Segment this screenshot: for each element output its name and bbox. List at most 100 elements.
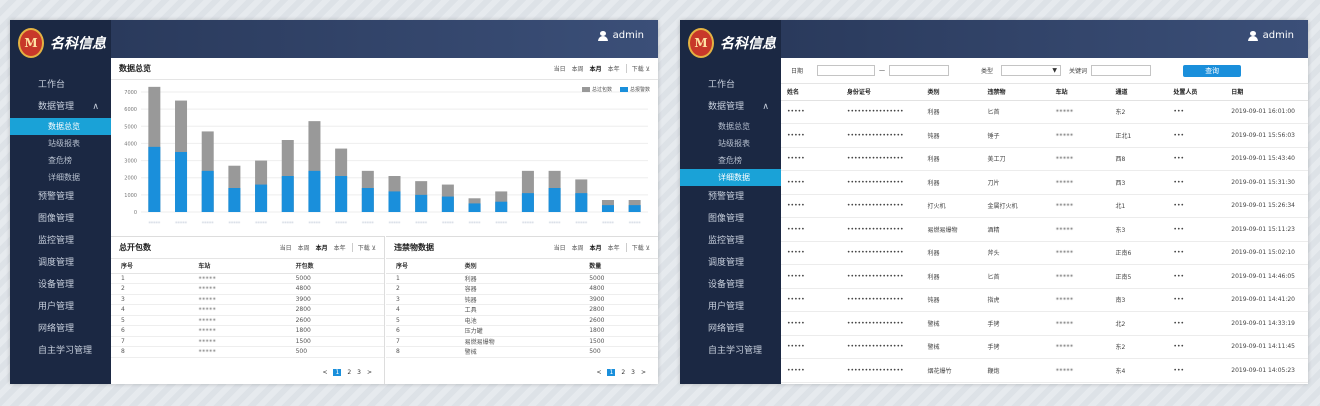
keyword-input[interactable] xyxy=(1091,65,1152,76)
submenu-item[interactable]: 详细数据 xyxy=(10,169,111,186)
bar-alarm[interactable] xyxy=(175,152,188,212)
menu-item[interactable]: 监控管理 xyxy=(10,230,111,252)
table-row[interactable]: 3 钝器 3900 xyxy=(386,294,658,305)
user-menu[interactable]: admin xyxy=(1247,30,1294,41)
menu-item[interactable]: 网络管理 xyxy=(10,318,111,340)
menu-item[interactable]: 图像管理 xyxy=(10,208,111,230)
table-row[interactable]: 8 警械 500 xyxy=(386,346,658,358)
page-number[interactable]: 3 xyxy=(357,369,361,376)
table-row[interactable]: ••••• •••••••••••••••• 警械 手铐 ••••• 北2 ••• 2019-… xyxy=(781,311,1308,336)
menu-item[interactable]: 调度管理 xyxy=(680,252,781,274)
page-number[interactable]: 2 xyxy=(621,369,625,376)
table-row[interactable]: 2 容器 4800 xyxy=(386,283,658,295)
bar-alarm[interactable] xyxy=(228,188,241,212)
bar-alarm[interactable] xyxy=(281,176,294,212)
table-row[interactable]: ••••• •••••••••••••••• 利器 美工刀 ••••• 西8 ••• 2019… xyxy=(781,147,1308,171)
page-number[interactable]: 3 xyxy=(631,369,635,376)
page-number[interactable]: 1 xyxy=(607,369,616,376)
table-row[interactable]: ••••• •••••••••••••••• 利器 刀片 ••••• 西3 ••• 2019-… xyxy=(781,170,1308,195)
filter-tab[interactable]: 本周 xyxy=(572,243,584,252)
table-row[interactable]: ••••• •••••••••••••••• 烟花爆竹 鞭炮 ••••• 东4 ••• 201… xyxy=(781,358,1308,383)
menu-item[interactable]: 用户管理 xyxy=(680,296,781,318)
bar-alarm[interactable] xyxy=(308,170,321,212)
query-button[interactable]: 查询 xyxy=(1183,64,1242,77)
table-row[interactable]: 4 工具 2800 xyxy=(386,304,658,316)
filter-tab[interactable]: 本月 xyxy=(590,64,602,73)
filter-tab[interactable]: 本月 xyxy=(590,243,602,252)
bar-alarm[interactable] xyxy=(441,196,454,212)
menu-item[interactable]: 监控管理 xyxy=(680,230,781,252)
filter-tab[interactable]: 本周 xyxy=(298,243,310,252)
menu-item[interactable]: 设备管理 xyxy=(10,274,111,296)
menu-item[interactable]: 数据管理 ∧ xyxy=(10,96,111,118)
bar-alarm[interactable] xyxy=(148,146,161,212)
table-row[interactable]: 6 ••••• 1800 xyxy=(111,325,384,337)
next-page-button[interactable]: > xyxy=(367,369,372,376)
bar-alarm[interactable] xyxy=(415,194,428,212)
table-row[interactable]: ••••• •••••••••••••••• 钝器 指虎 ••••• 南3 ••• 2019-… xyxy=(781,288,1308,312)
menu-item[interactable]: 网络管理 xyxy=(680,318,781,340)
menu-item[interactable]: 工作台 xyxy=(10,74,111,96)
bar-alarm[interactable] xyxy=(468,203,481,212)
table-row[interactable]: 5 电池 2600 xyxy=(386,315,658,326)
table-row[interactable]: ••••• •••••••••••••••• 钝器 锤子 ••••• 正北1 ••• 2019… xyxy=(781,123,1308,148)
bar-alarm[interactable] xyxy=(388,191,401,212)
page-number[interactable]: 1 xyxy=(333,369,342,376)
download-button[interactable]: 下载 ⊻ xyxy=(351,243,376,252)
bar-alarm[interactable] xyxy=(495,201,508,212)
end-date-input[interactable] xyxy=(889,65,950,76)
submenu-item[interactable]: 数据总览 xyxy=(10,118,111,135)
bar-alarm[interactable] xyxy=(335,176,348,212)
menu-item[interactable]: 预警管理 xyxy=(10,186,111,208)
bar-alarm[interactable] xyxy=(255,184,268,212)
filter-tab[interactable]: 本周 xyxy=(572,64,584,73)
table-row[interactable]: 6 压力罐 1800 xyxy=(386,325,658,337)
filter-tab[interactable]: 本年 xyxy=(608,64,620,73)
submenu-item[interactable]: 站级报表 xyxy=(680,135,781,152)
table-row[interactable]: 3 ••••• 3900 xyxy=(111,294,384,305)
table-row[interactable]: 1 ••••• 5000 xyxy=(111,273,384,284)
menu-item[interactable]: 设备管理 xyxy=(680,274,781,296)
table-row[interactable]: 7 ••••• 1500 xyxy=(111,336,384,347)
submenu-item[interactable]: 详细数据 xyxy=(680,169,781,186)
bar-alarm[interactable] xyxy=(521,193,534,212)
table-row[interactable]: 1 利器 5000 xyxy=(386,273,658,284)
menu-item[interactable]: 工作台 xyxy=(680,74,781,96)
bar-alarm[interactable] xyxy=(548,188,561,212)
user-menu[interactable]: admin xyxy=(597,30,644,41)
prev-page-button[interactable]: < xyxy=(322,369,327,376)
filter-tab[interactable]: 当日 xyxy=(280,243,292,252)
submenu-item[interactable]: 查危榜 xyxy=(680,152,781,169)
table-row[interactable]: ••••• •••••••••••••••• 利器 斧头 ••••• 正南6 ••• 2019… xyxy=(781,241,1308,265)
filter-tab[interactable]: 本年 xyxy=(334,243,346,252)
table-row[interactable]: 8 ••••• 500 xyxy=(111,346,384,358)
filter-tab[interactable]: 当日 xyxy=(554,64,566,73)
bar-alarm[interactable] xyxy=(601,205,614,212)
submenu-item[interactable]: 数据总览 xyxy=(680,118,781,135)
submenu-item[interactable]: 查危榜 xyxy=(10,152,111,169)
type-select[interactable] xyxy=(1001,65,1062,76)
table-row[interactable]: ••••• •••••••••••••••• 利器 匕首 ••••• 东2 ••• 2019-… xyxy=(781,100,1308,124)
filter-tab[interactable]: 本年 xyxy=(608,243,620,252)
table-row[interactable]: 7 易燃易爆物 1500 xyxy=(386,336,658,347)
filter-tab[interactable]: 当日 xyxy=(554,243,566,252)
download-button[interactable]: 下载 ⊻ xyxy=(625,64,650,73)
menu-item[interactable]: 自主学习管理 xyxy=(10,340,111,362)
table-row[interactable]: 4 ••••• 2800 xyxy=(111,304,384,316)
menu-item[interactable]: 预警管理 xyxy=(680,186,781,208)
table-row[interactable]: 5 ••••• 2600 xyxy=(111,315,384,326)
table-row[interactable]: ••••• •••••••••••••••• 打火机 金属打火机 ••••• 北1 ••• 2… xyxy=(781,194,1308,218)
page-number[interactable]: 2 xyxy=(347,369,351,376)
prev-page-button[interactable]: < xyxy=(596,369,601,376)
bar-alarm[interactable] xyxy=(628,205,641,212)
bar-alarm[interactable] xyxy=(201,170,214,212)
next-page-button[interactable]: > xyxy=(641,369,646,376)
table-row[interactable]: ••••• •••••••••••••••• 利器 匕首 ••••• 正南5 ••• 2019… xyxy=(781,264,1308,289)
table-row[interactable]: ••••• •••••••••••••••• 易燃易爆物 酒精 ••••• 东3 ••• 20… xyxy=(781,217,1308,242)
table-row[interactable]: ••••• •••••••••••••••• 警械 手铐 ••••• 东2 ••• 2019-… xyxy=(781,335,1308,359)
filter-tab[interactable]: 本月 xyxy=(316,243,328,252)
menu-item[interactable]: 调度管理 xyxy=(10,252,111,274)
menu-item[interactable]: 数据管理 ∧ xyxy=(680,96,781,118)
menu-item[interactable]: 图像管理 xyxy=(680,208,781,230)
submenu-item[interactable]: 站级报表 xyxy=(10,135,111,152)
